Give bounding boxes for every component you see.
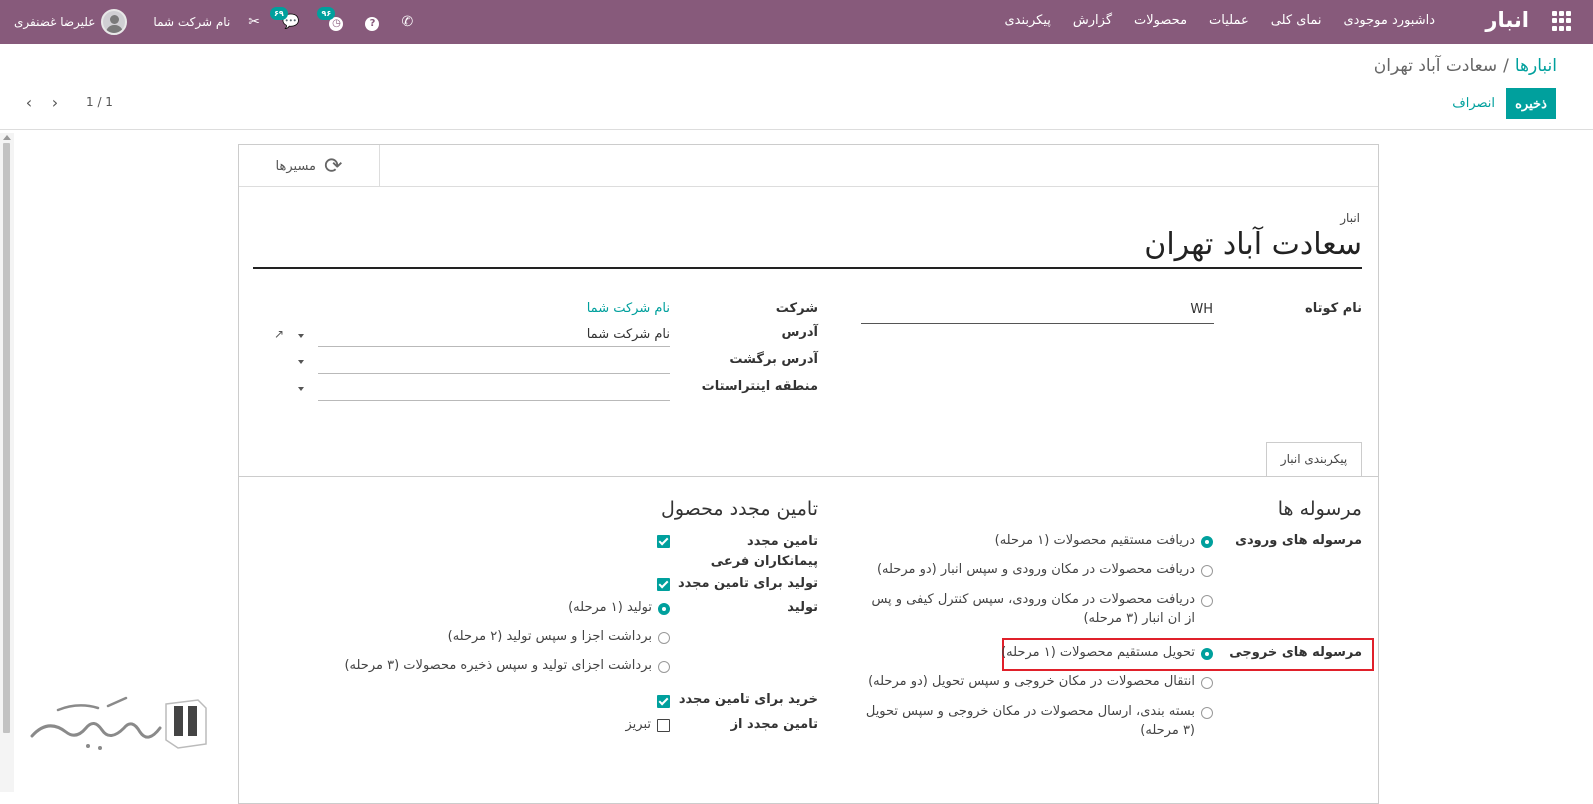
intrastat-underline [318,400,670,401]
manufacture-2-steps-radio[interactable] [658,632,670,644]
intrastat-dropdown-icon[interactable] [298,387,304,391]
manufacture-steps-label: تولید [787,600,818,615]
menu-inventory-dashboard[interactable]: داشبورد موجودی [1343,13,1435,28]
help-icon[interactable]: ? [365,14,380,31]
systray: علیرضا غضنفری نام شرکت شما ✂ 💬 ۶۹ ◷ ۹۶ ? ✆ [14,6,413,36]
avatar [101,9,128,35]
top-navbar: انبار داشبورد موجودی نمای کلی عملیات محص… [0,0,1593,44]
menu-products[interactable]: محصولات [1134,13,1187,28]
pager-previous-icon[interactable]: ‹ [22,93,36,112]
manufacture-1-step-radio[interactable] [658,603,670,615]
warehouse-name-input[interactable]: سعادت آباد تهران [1144,227,1362,262]
main-menu: داشبورد موجودی نمای کلی عملیات محصولات گ… [1004,13,1435,28]
manufacture-2-steps-label[interactable]: برداشت اجزا و سپس تولید (۲ مرحله) [448,629,652,644]
incoming-shipments-label: مرسوله های ورودی [1235,533,1362,548]
manufacture-resupply-checkbox[interactable] [657,578,670,591]
address-underline [318,346,670,347]
warehouse-label: انبار [1340,211,1360,225]
apps-menu-icon[interactable] [1551,11,1571,31]
address-label: آدرس [781,325,818,340]
outgoing-3-steps-radio[interactable] [1201,707,1213,719]
outgoing-2-steps-radio[interactable] [1201,677,1213,689]
return-address-dropdown-icon[interactable] [298,360,304,364]
activities-icon[interactable]: ◷ ۹۶ [317,6,344,31]
user-name: علیرضا غضنفری [14,15,96,29]
resupply-title: تامین مجدد محصول [661,498,818,520]
routes-button-label: مسیرها [275,158,317,174]
manufacture-1-step-label[interactable]: تولید (۱ مرحله) [568,600,652,615]
user-menu[interactable]: علیرضا غضنفری [14,9,128,35]
incoming-3-steps-radio[interactable] [1201,595,1213,607]
scrollbar-thumb[interactable] [3,143,10,733]
routes-button[interactable]: ⟳ مسیرها [239,145,380,187]
discard-button[interactable]: انصراف [1452,95,1495,111]
resupply-from-label: تامین مجدد از [730,717,818,732]
menu-operations[interactable]: عملیات [1209,13,1249,28]
company-field[interactable]: نام شرکت شما [587,301,670,316]
pager-value[interactable]: 1 / 1 [86,95,113,109]
address-input[interactable]: نام شرکت شما [587,327,670,342]
form-sheet: ⟳ مسیرها انبار سعادت آباد تهران نام کوتا… [238,144,1379,804]
external-link-icon[interactable]: ↗ [274,327,284,341]
company-label: شرکت [775,301,818,316]
pager-next-icon[interactable]: › [48,93,62,112]
button-box: ⟳ مسیرها [239,145,1378,187]
outgoing-1-step-label[interactable]: تحویل مستقیم محصولات (۱ مرحله) [1001,645,1195,660]
scrollbar[interactable] [0,133,14,792]
menu-configuration[interactable]: پیکربندی [1004,13,1050,28]
refresh-icon: ⟳ [324,153,343,179]
short-name-input[interactable]: WH [1190,302,1213,317]
intrastat-label: منطقه اینتراستات [701,379,818,394]
messages-badge: ۶۹ [270,7,288,20]
subcontract-resupply-checkbox[interactable] [657,535,670,548]
return-address-underline [318,373,670,374]
short-name-underline [861,323,1214,324]
control-panel-divider [0,129,1593,130]
app-brand[interactable]: انبار [1485,8,1529,32]
manufacture-resupply-label: تولید برای تامین مجدد [677,576,818,591]
breadcrumb-separator: / [1503,56,1509,76]
outgoing-3-steps-label[interactable]: بسته بندی، ارسال محصولات در مکان خروجی و… [865,702,1195,740]
manufacture-3-steps-label[interactable]: برداشت اجزای تولید و سپس ذخیره محصولات (… [344,658,652,673]
activities-badge: ۹۶ [317,6,336,20]
incoming-2-steps-label[interactable]: دریافت محصولات در مکان ورودی و سپس انبار… [877,562,1195,577]
tab-warehouse-configuration[interactable]: پیکربندی انبار [1266,442,1362,477]
incoming-1-step-label[interactable]: دریافت مستقیم محصولات (۱ مرحله) [995,533,1195,548]
messages-icon[interactable]: 💬 ۶۹ [270,7,299,30]
buy-resupply-label: خرید برای تامین مجدد [678,692,818,707]
menu-overview[interactable]: نمای کلی [1271,13,1322,28]
tab-divider [239,476,1378,477]
outgoing-2-steps-label[interactable]: انتقال محصولات در مکان خروجی و سپس تحویل… [868,674,1195,689]
buy-resupply-checkbox[interactable] [657,695,670,708]
incoming-2-steps-radio[interactable] [1201,565,1213,577]
breadcrumb-warehouses[interactable]: انبارها [1515,56,1557,76]
breadcrumb: انبارها /سعادت آباد تهران [1374,56,1557,76]
outgoing-shipments-label: مرسوله های خروجی [1229,645,1362,660]
watermark-logo [30,696,207,750]
incoming-1-step-radio[interactable] [1201,536,1213,548]
short-name-label: نام کوتاه [1305,301,1362,316]
debug-tools-icon[interactable]: ✂ [248,14,260,30]
address-dropdown-icon[interactable] [298,334,304,338]
breadcrumb-current: سعادت آباد تهران [1373,56,1498,76]
resupply-from-tabriz-label[interactable]: تبریز [625,717,651,732]
shipments-title: مرسوله ها [1277,498,1362,520]
title-underline [253,267,1362,269]
manufacture-3-steps-radio[interactable] [658,661,670,673]
incoming-3-steps-label[interactable]: دریافت محصولات در مکان ورودی، سپس کنترل … [865,590,1195,628]
outgoing-1-step-radio[interactable] [1201,648,1213,660]
return-address-label: آدرس برگشت [729,352,818,367]
company-switcher[interactable]: نام شرکت شما [153,15,230,29]
save-button[interactable]: ذخیره [1506,88,1556,119]
scroll-up-arrow-icon[interactable] [3,135,11,140]
phone-icon[interactable]: ✆ [401,14,413,30]
menu-reporting[interactable]: گزارش [1073,13,1112,28]
resupply-from-tabriz-checkbox[interactable] [657,719,670,732]
subcontract-resupply-label: تامین مجدد پیمانکاران فرعی [710,534,818,569]
